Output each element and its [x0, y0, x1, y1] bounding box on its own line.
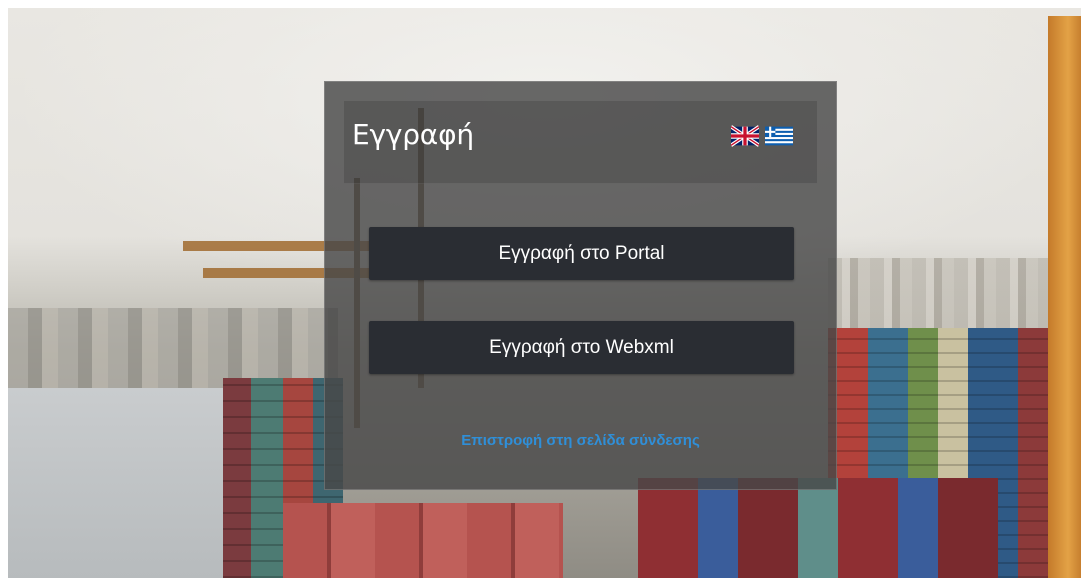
uk-flag-icon[interactable]	[731, 125, 759, 147]
registration-panel: Εγγραφή Εγγραφή στο Portal Εγγραφή στο W…	[324, 81, 837, 490]
greece-flag-icon[interactable]	[765, 125, 793, 147]
shoreline	[8, 308, 338, 388]
language-switcher	[731, 125, 793, 147]
container-stack	[283, 503, 563, 578]
harbor-water	[8, 388, 248, 578]
city-skyline	[828, 258, 1081, 328]
crane-post	[1048, 16, 1081, 578]
register-portal-button[interactable]: Εγγραφή στο Portal	[369, 227, 794, 280]
back-to-login-link[interactable]: Επιστροφή στη σελίδα σύνδεσης	[325, 432, 836, 449]
register-webxml-button[interactable]: Εγγραφή στο Webxml	[369, 321, 794, 374]
container-stack	[638, 478, 998, 578]
page-title: Εγγραφή	[352, 118, 474, 151]
